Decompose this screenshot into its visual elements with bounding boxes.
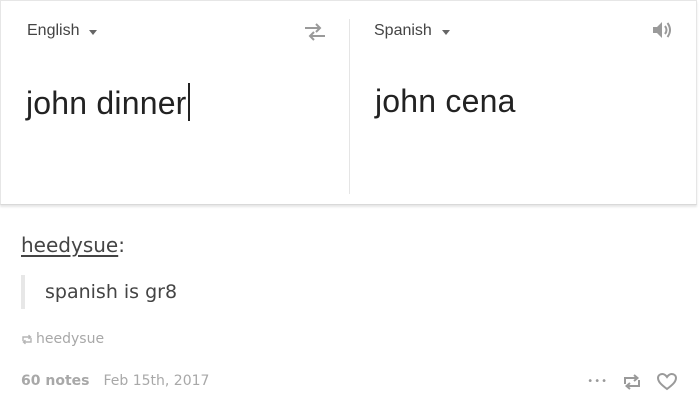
target-pane: Spanish john cena xyxy=(350,1,698,206)
blockquote: spanish is gr8 xyxy=(21,275,177,309)
text-cursor xyxy=(187,83,190,121)
source-language-select[interactable]: English xyxy=(27,22,98,40)
source-text-input[interactable]: john dinner xyxy=(26,83,190,122)
post-actions: ••• xyxy=(587,372,678,391)
heart-icon[interactable] xyxy=(656,372,678,391)
source-text: john dinner xyxy=(26,85,187,121)
target-language-select[interactable]: Spanish xyxy=(374,22,450,40)
notes-count[interactable]: 60 notes xyxy=(21,373,89,389)
speaker-icon[interactable] xyxy=(650,18,674,42)
post-date[interactable]: Feb 15th, 2017 xyxy=(103,373,209,389)
post: heedysue: spanish is gr8 heedysue 60 not… xyxy=(0,206,700,409)
quote-text: spanish is gr8 xyxy=(45,281,178,303)
translated-text: john cena xyxy=(375,83,516,119)
reblog-small-icon xyxy=(22,334,32,344)
post-footer: 60 notes Feb 15th, 2017 xyxy=(21,373,209,389)
swap-languages-icon[interactable] xyxy=(302,21,328,43)
translate-card: English john dinner Spanish john cena xyxy=(0,0,697,205)
chevron-down-icon xyxy=(89,29,98,35)
source-pane: English john dinner xyxy=(1,1,349,206)
target-language-label: Spanish xyxy=(374,22,432,39)
reblog-icon[interactable] xyxy=(622,373,642,391)
source-language-label: English xyxy=(27,22,80,39)
reblog-username: heedysue xyxy=(36,331,105,347)
chevron-down-icon xyxy=(441,29,450,35)
username-link[interactable]: heedysue xyxy=(21,233,118,257)
reblog-source[interactable]: heedysue xyxy=(21,331,104,347)
username-colon: : xyxy=(118,233,125,257)
post-author: heedysue: xyxy=(21,233,125,257)
more-options-icon[interactable]: ••• xyxy=(587,376,608,387)
